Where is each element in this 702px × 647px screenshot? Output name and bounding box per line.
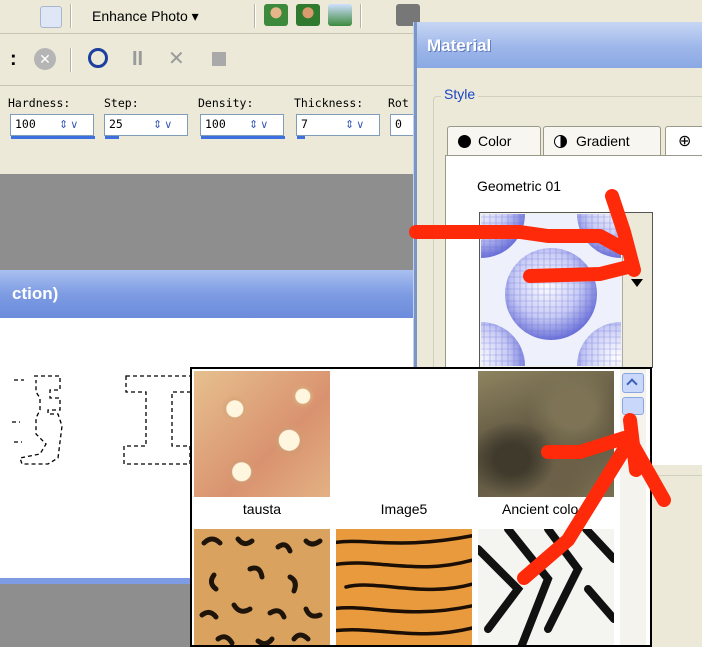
annotation-arrow [517,433,671,585]
annotation-arrow [541,431,631,459]
annotation-arrow [409,225,629,255]
annotation-arrow [605,189,641,277]
annotation-arrow [523,259,639,283]
annotation-arrows [409,189,671,585]
annotation-arrow [623,413,643,477]
